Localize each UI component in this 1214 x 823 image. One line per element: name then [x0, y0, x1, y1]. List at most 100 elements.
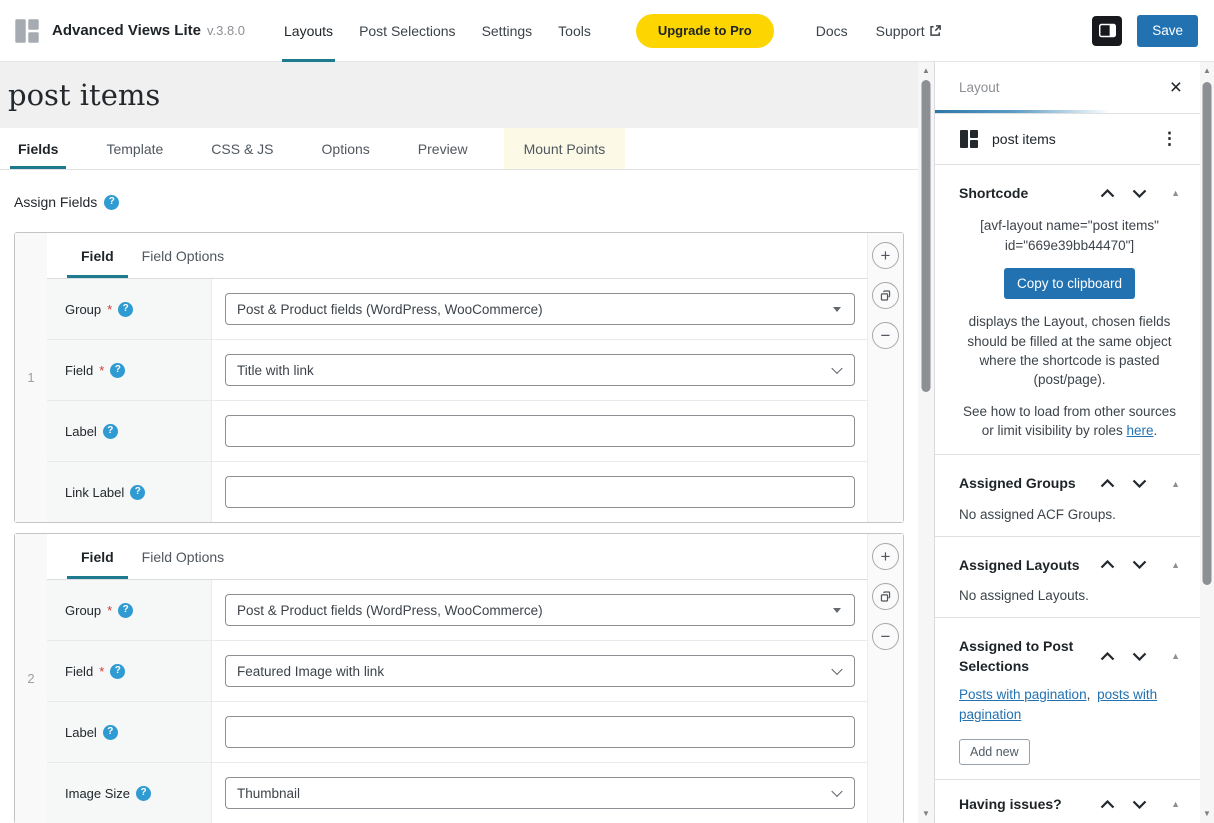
main-scrollbar[interactable]: ▲ ▼: [918, 62, 934, 823]
tab-template[interactable]: Template: [102, 128, 167, 169]
move-up-icon[interactable]: [1098, 477, 1117, 490]
tab-label: Fields: [18, 141, 58, 157]
support-link[interactable]: Support: [876, 23, 942, 39]
card-actions: + −: [867, 534, 903, 823]
add-field-button[interactable]: +: [872, 543, 899, 570]
field-select-value: Featured Image with link: [237, 664, 384, 679]
section-controls: ▲: [1098, 187, 1180, 200]
move-down-icon[interactable]: [1130, 798, 1149, 811]
tab-preview[interactable]: Preview: [414, 128, 472, 169]
image-size-select[interactable]: Thumbnail: [225, 777, 855, 809]
label-input[interactable]: [225, 716, 855, 748]
collapse-icon[interactable]: ▲: [1171, 560, 1180, 570]
copy-to-clipboard-button[interactable]: Copy to clipboard: [1004, 268, 1135, 299]
row-field: Post & Product fields (WordPress, WooCom…: [212, 279, 867, 339]
section-title: Assigned to Post Selections: [959, 636, 1098, 677]
tab-mount-points[interactable]: Mount Points: [504, 128, 626, 169]
save-button[interactable]: Save: [1137, 15, 1198, 47]
label-input[interactable]: [225, 415, 855, 447]
row-label: Field * ?: [47, 641, 212, 701]
scroll-up-icon[interactable]: ▲: [1200, 64, 1214, 78]
remove-field-button[interactable]: −: [872, 322, 899, 349]
help-icon[interactable]: ?: [103, 725, 118, 740]
remove-field-button[interactable]: −: [872, 623, 899, 650]
collapse-icon[interactable]: ▲: [1171, 651, 1180, 661]
tab-fields[interactable]: Fields: [14, 128, 62, 169]
add-field-button[interactable]: +: [872, 242, 899, 269]
help-icon[interactable]: ?: [130, 485, 145, 500]
section-having-issues: Having issues? ▲: [935, 780, 1200, 823]
card-tab-field-options[interactable]: Field Options: [128, 233, 238, 278]
duplicate-field-button[interactable]: [872, 583, 899, 610]
move-up-icon[interactable]: [1098, 187, 1117, 200]
duplicate-field-button[interactable]: [872, 282, 899, 309]
nav-item-post-selections[interactable]: Post Selections: [357, 0, 458, 62]
move-down-icon[interactable]: [1130, 650, 1149, 663]
top-nav: Layouts Post Selections Settings Tools: [271, 0, 604, 62]
scroll-down-icon[interactable]: ▼: [1200, 807, 1214, 821]
row-label: Group * ?: [47, 580, 212, 640]
row-field: Post & Product fields (WordPress, WooCom…: [212, 580, 867, 640]
section-controls: ▲: [1098, 798, 1180, 811]
move-up-icon[interactable]: [1098, 798, 1117, 811]
card-tab-field[interactable]: Field: [67, 534, 128, 579]
nav-item-layouts[interactable]: Layouts: [282, 0, 335, 62]
move-up-icon[interactable]: [1098, 650, 1117, 663]
section-title: Shortcode: [959, 183, 1098, 203]
post-selection-links: Posts with pagination, posts with pagina…: [959, 685, 1180, 726]
duplicate-icon: [879, 590, 892, 603]
sidebar-scrollbar-thumb[interactable]: [1203, 82, 1212, 585]
row-field: Title with link: [212, 340, 867, 400]
field-select[interactable]: Title with link: [225, 354, 855, 386]
group-select[interactable]: Post & Product fields (WordPress, WooCom…: [225, 594, 855, 626]
link-label-input[interactable]: [225, 476, 855, 508]
help-icon[interactable]: ?: [110, 664, 125, 679]
help-icon[interactable]: ?: [110, 363, 125, 378]
field-select[interactable]: Featured Image with link: [225, 655, 855, 687]
dropdown-arrow-icon: [833, 608, 841, 613]
sidebar-toggle-button[interactable]: [1092, 16, 1122, 46]
here-link[interactable]: here: [1126, 423, 1153, 438]
scroll-up-icon[interactable]: ▲: [918, 64, 934, 78]
collapse-icon[interactable]: ▲: [1171, 188, 1180, 198]
group-select[interactable]: Post & Product fields (WordPress, WooCom…: [225, 293, 855, 325]
collapse-icon[interactable]: ▲: [1171, 799, 1180, 809]
upgrade-to-pro-button[interactable]: Upgrade to Pro: [636, 14, 774, 48]
help-icon[interactable]: ?: [118, 302, 133, 317]
card-tab-field[interactable]: Field: [67, 233, 128, 278]
tab-css-js[interactable]: CSS & JS: [207, 128, 277, 169]
group-select-value: Post & Product fields (WordPress, WooCom…: [237, 603, 543, 618]
scroll-down-icon[interactable]: ▼: [918, 807, 934, 821]
card-tab-label: Field: [81, 549, 114, 565]
assign-fields-label: Assign Fields: [14, 194, 97, 210]
section-title: Assigned Groups: [959, 473, 1098, 493]
topbar: Advanced Views Lite v.3.8.0 Layouts Post…: [0, 0, 1214, 62]
field-select-value: Title with link: [237, 363, 314, 378]
move-down-icon[interactable]: [1130, 477, 1149, 490]
add-new-button[interactable]: Add new: [959, 739, 1030, 765]
kebab-menu-icon[interactable]: ⋮: [1157, 129, 1182, 149]
card-tab-field-options[interactable]: Field Options: [128, 534, 238, 579]
move-down-icon[interactable]: [1130, 187, 1149, 200]
close-icon[interactable]: ×: [1170, 77, 1182, 98]
post-selection-link[interactable]: Posts with pagination: [959, 687, 1087, 702]
sidebar-scrollbar[interactable]: ▲ ▼: [1200, 62, 1214, 823]
workspace: post items Fields Template CSS & JS Opti…: [0, 62, 1214, 823]
help-icon[interactable]: ?: [136, 786, 151, 801]
tab-options[interactable]: Options: [318, 128, 374, 169]
section-header: Assigned to Post Selections ▲: [959, 636, 1180, 677]
help-icon[interactable]: ?: [103, 424, 118, 439]
collapse-icon[interactable]: ▲: [1171, 479, 1180, 489]
section-controls: ▲: [1098, 650, 1180, 663]
docs-link[interactable]: Docs: [816, 23, 848, 39]
page-tabs: Fields Template CSS & JS Options Preview…: [0, 128, 918, 170]
move-down-icon[interactable]: [1130, 558, 1149, 571]
row-field: [212, 702, 867, 762]
help-icon[interactable]: ?: [104, 195, 119, 210]
main-scrollbar-thumb[interactable]: [922, 80, 931, 392]
row-label-text: Label: [65, 424, 97, 439]
help-icon[interactable]: ?: [118, 603, 133, 618]
nav-item-settings[interactable]: Settings: [480, 0, 535, 62]
move-up-icon[interactable]: [1098, 558, 1117, 571]
nav-item-tools[interactable]: Tools: [556, 0, 593, 62]
